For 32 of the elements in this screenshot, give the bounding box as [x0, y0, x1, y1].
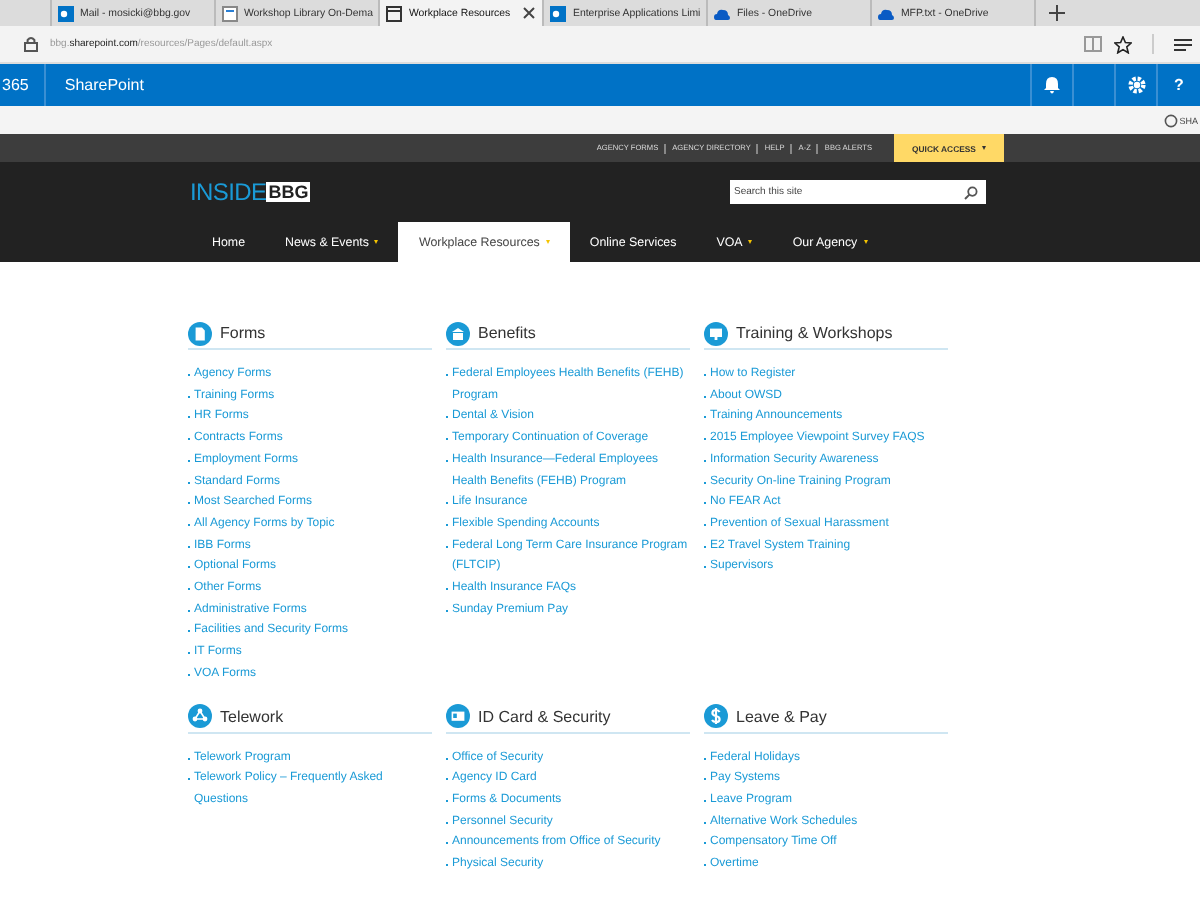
- close-icon[interactable]: [522, 6, 537, 20]
- cloud-icon: [878, 5, 895, 21]
- dollar-icon: [704, 704, 728, 729]
- window-icon: [386, 5, 403, 21]
- page-icon: [222, 5, 238, 21]
- monitor-icon: [704, 321, 728, 345]
- section-title: Training & Workshops: [736, 324, 893, 342]
- app-title[interactable]: SharePoint: [46, 64, 144, 106]
- id-card-icon: [446, 704, 470, 729]
- section-title: Leave & Pay: [736, 707, 827, 726]
- logo-text: INSIDE: [190, 178, 267, 206]
- lock-icon: [24, 36, 38, 52]
- outlook-icon: [550, 5, 567, 21]
- cloud-icon: [714, 5, 731, 21]
- network-icon: [188, 704, 212, 729]
- new-tab-icon[interactable]: [1048, 4, 1067, 22]
- search-icon[interactable]: [964, 185, 978, 199]
- section-title: Telework: [220, 707, 284, 726]
- section-title: Benefits: [478, 324, 536, 342]
- section-title: Forms: [220, 324, 266, 342]
- logo-badge: BBG: [266, 182, 311, 202]
- section-title: ID Card & Security: [478, 707, 611, 726]
- document-icon: [188, 321, 212, 345]
- building-icon: [446, 321, 470, 345]
- star-icon[interactable]: [1114, 35, 1132, 53]
- share-icon[interactable]: [1163, 113, 1178, 127]
- bell-icon: [1044, 76, 1060, 94]
- outlook-icon: [58, 5, 74, 21]
- menu-icon[interactable]: [1174, 37, 1192, 51]
- gear-icon: [1127, 76, 1145, 94]
- book-icon[interactable]: [1084, 36, 1102, 52]
- caret-icon: [981, 146, 986, 150]
